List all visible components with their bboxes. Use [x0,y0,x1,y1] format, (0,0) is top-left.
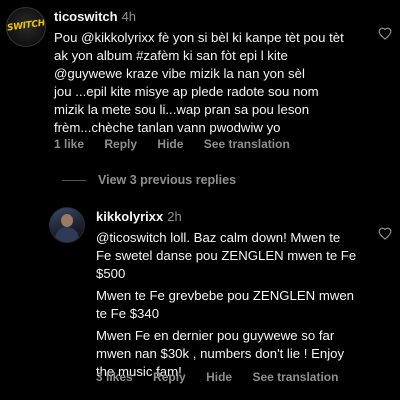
hide-button[interactable]: Hide [157,137,183,151]
avatar[interactable] [49,207,85,243]
reply-line: Mwen te Fe grevbebe pou ZENGLEN mwen [96,288,355,303]
divider [62,180,86,182]
comment-text: Pou @kikkolyrixx fè yon si bèl ki kanpe … [54,29,384,137]
reply-time: 2h [167,209,182,224]
comment-line: jou ...epil kite misye ap plede radote s… [54,84,319,99]
avatar-body [55,227,79,242]
heart-icon[interactable] [378,227,392,240]
see-translation-button[interactable]: See translation [252,370,338,384]
see-translation-button[interactable]: See translation [204,137,290,151]
hide-button[interactable]: Hide [206,370,232,384]
view-previous-label[interactable]: View 3 previous replies [98,173,236,187]
reply-line: Mwen Fe en dernier pou guywewe so far [96,328,335,343]
comment-time: 4h [121,9,137,24]
reply-line: te Fe $340 [96,306,160,321]
reply-username[interactable]: kikkolyrixx 2h [96,209,182,224]
reply-line: Fe swetel danse pou ZENGLEN mwen te Fe [96,248,357,263]
comment-line: mizik la mete sou li...wap pran sa pou l… [54,102,310,117]
comment-username[interactable]: ticoswitch 4h [54,9,136,24]
likes-count[interactable]: 1 like [54,137,84,151]
reply-line: mwen nan $30k , numbers don't lie ! Enjo… [96,346,345,361]
username-text[interactable]: ticoswitch [54,9,118,24]
avatar-head [61,214,73,227]
avatar[interactable]: SWITCH [6,7,46,47]
reply-actions: 3 likes Reply Hide See translation [96,370,355,384]
comment-actions: 1 like Reply Hide See translation [54,137,307,151]
reply-line: $500 [96,266,126,281]
reply-button[interactable]: Reply [153,370,186,384]
reply-line: @ticoswitch loll. Baz calm down! Mwen te [96,230,341,245]
switch-logo: SWITCH [6,18,46,34]
comment-line: @guywewe kraze vibe mizik la nan yon sèl [54,66,305,81]
comment-line: frèm...chèche tanlan vann pwodwiw yo [54,120,281,135]
reply-button[interactable]: Reply [104,137,137,151]
comment-line: Pou @kikkolyrixx fè yon si bèl ki kanpe … [54,30,344,45]
view-previous-replies[interactable]: View 3 previous replies [62,173,236,187]
likes-count[interactable]: 3 likes [96,370,133,384]
comments-page: SWITCH ticoswitch 4h Pou @kikkolyrixx fè … [0,0,400,400]
username-text[interactable]: kikkolyrixx [96,209,163,224]
comment-line: ak yon album #zafèm ki san fòt epi l kit… [54,48,288,63]
reply-text: @ticoswitch loll. Baz calm down! Mwen te… [96,229,376,381]
